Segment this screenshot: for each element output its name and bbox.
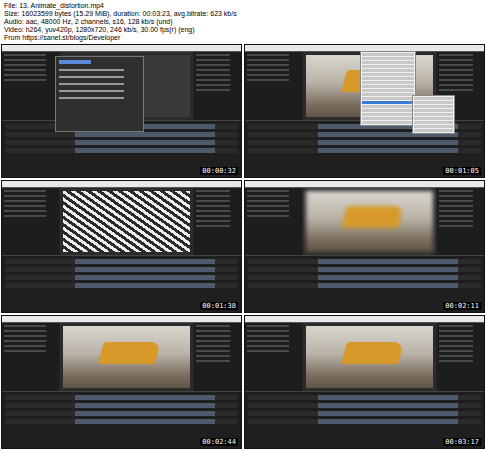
- project-panel: [2, 52, 59, 120]
- video-frame: 00:00:32: [1, 44, 242, 178]
- effects-panel: [194, 188, 241, 256]
- info-line: From https://sanet.st/blogs/Developer: [4, 34, 482, 42]
- project-panel: [2, 188, 59, 256]
- menu-bar: [245, 316, 484, 323]
- info-line: Audio: aac, 48000 Hz, 2 channels, s16, 1…: [4, 18, 482, 26]
- project-panel: [245, 188, 302, 256]
- file-info: File: 13. Animate_distortion.mp4Size: 16…: [0, 0, 486, 44]
- timestamp: 00:01:38: [200, 302, 238, 310]
- project-panel: [245, 323, 302, 391]
- video-frame: 00:02:44: [1, 315, 242, 449]
- contact-sheet: File: 13. Animate_distortion.mp4Size: 16…: [0, 0, 486, 450]
- composition-viewer: [60, 323, 193, 391]
- info-line: Video: h264, yuv420p, 1280x720, 246 kb/s…: [4, 26, 482, 34]
- video-frame: 00:02:11: [244, 180, 485, 314]
- info-line: File: 13. Animate_distortion.mp4: [4, 2, 482, 10]
- timestamp: 00:01:05: [443, 167, 481, 175]
- timestamp: 00:02:44: [200, 438, 238, 446]
- menu-bar: [2, 316, 241, 323]
- project-panel: [245, 52, 302, 120]
- info-line: Size: 16023599 bytes (15.29 MiB), durati…: [4, 10, 482, 18]
- thumbnail-grid: 00:00:32 00:01:05 00:01:38 00:02:11 00:02:44…: [0, 44, 486, 450]
- excavator-shape: [341, 206, 404, 228]
- frame-image: [306, 326, 433, 388]
- excavator-shape: [98, 342, 161, 364]
- project-panel: [2, 323, 59, 391]
- menu-bar: [2, 181, 241, 188]
- timestamp: 00:02:11: [443, 302, 481, 310]
- effect-submenu: [412, 95, 454, 134]
- effects-panel: [194, 323, 241, 391]
- effects-panel: [194, 52, 241, 120]
- settings-dialog: [55, 56, 144, 132]
- frame-image: [63, 326, 190, 388]
- timestamp: 00:03:17: [443, 438, 481, 446]
- video-frame: 00:01:05: [244, 44, 485, 178]
- effects-panel: [437, 188, 484, 256]
- effects-panel: [437, 323, 484, 391]
- menu-bar: [245, 181, 484, 188]
- composition-viewer: [303, 323, 436, 391]
- timestamp: 00:00:32: [200, 167, 238, 175]
- composition-viewer: [60, 188, 193, 256]
- composition-viewer: [303, 188, 436, 256]
- frame-image: [306, 191, 433, 253]
- video-frame: 00:01:38: [1, 180, 242, 314]
- menu-bar: [2, 45, 241, 52]
- frame-image: [63, 191, 190, 253]
- video-frame: 00:03:17: [244, 315, 485, 449]
- effect-menu: [360, 51, 417, 126]
- excavator-shape: [341, 342, 404, 364]
